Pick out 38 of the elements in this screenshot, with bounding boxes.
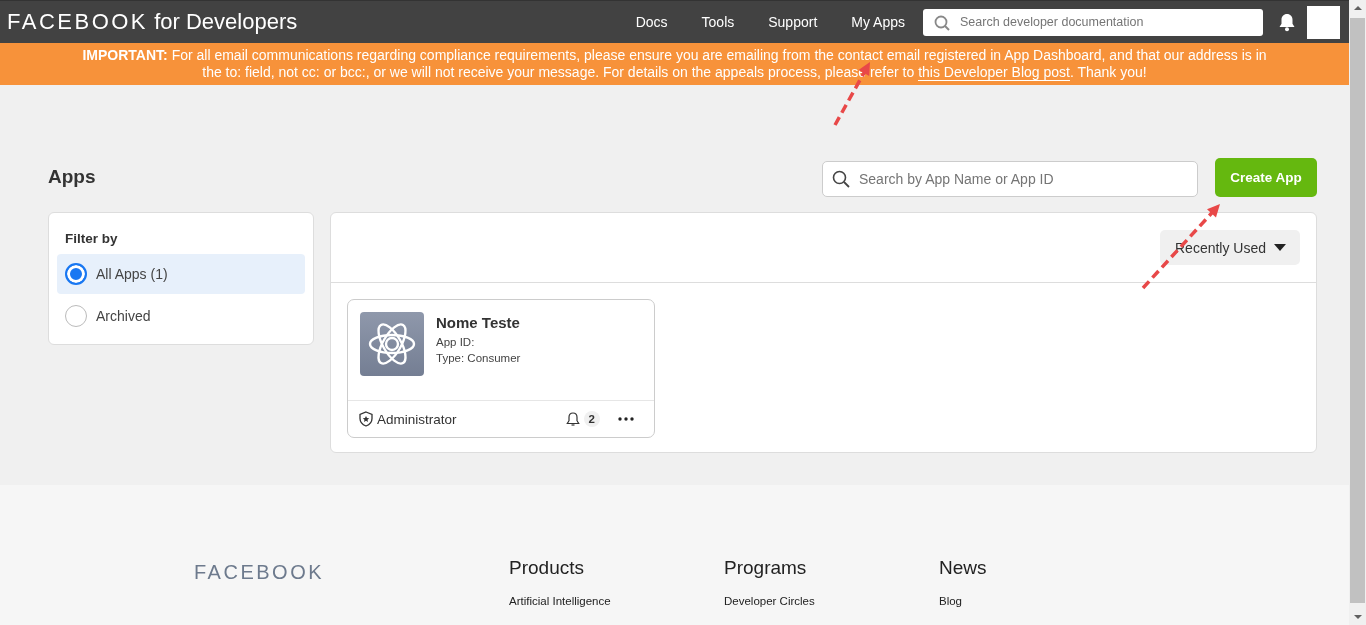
nav-link[interactable]: My Apps (851, 14, 905, 30)
sort-dropdown[interactable]: Recently Used (1160, 230, 1300, 265)
footer-heading: Products (509, 557, 585, 579)
more-icon (618, 417, 634, 421)
page-title: Apps (48, 166, 96, 188)
footer-heading: Programs (724, 557, 808, 579)
app-type: Type: Consumer (436, 351, 521, 366)
scroll-up-icon[interactable] (1353, 6, 1362, 10)
app-card[interactable]: Nome Teste App ID: Type: Consumer Administrator 2 (347, 299, 655, 438)
role-label: Administrator (377, 411, 458, 427)
scroll-down-icon[interactable] (1353, 615, 1362, 619)
radio-button[interactable] (65, 263, 87, 285)
filter-option[interactable]: Archived (57, 296, 305, 336)
scrollbar[interactable] (1349, 0, 1366, 625)
footer-heading: News (939, 557, 988, 579)
footer-link[interactable]: Artificial Intelligence (509, 595, 724, 607)
nav-link[interactable]: Support (768, 14, 818, 30)
app-name: Nome Teste (436, 314, 521, 331)
bell-icon (1277, 12, 1297, 32)
app-id-label: App ID: (436, 335, 476, 350)
app-search-field[interactable]: Search by App Name or App ID (822, 160, 1198, 197)
nav-link[interactable]: Docs (635, 14, 668, 30)
footer-link[interactable]: Developer Circles (724, 595, 939, 607)
footer-logo[interactable]: FACEBOOK (194, 561, 509, 625)
avatar[interactable] (1307, 5, 1340, 39)
site-logo[interactable]: FACEBOOK for Developers (7, 9, 298, 35)
shield-star-icon (358, 411, 374, 427)
caret-icon (1274, 244, 1286, 251)
radio-button[interactable] (65, 305, 87, 327)
footer-link[interactable]: Blog (939, 595, 1154, 607)
nav-link[interactable]: Tools (701, 14, 735, 30)
bell-icon (564, 411, 581, 427)
filter-heading: Filter by (65, 231, 119, 246)
atom-icon (360, 312, 424, 376)
notification-count: 2 (583, 411, 600, 427)
filter-option[interactable]: All Apps (1) (57, 254, 305, 294)
search-field[interactable]: Search developer documentation (923, 8, 1263, 36)
scrollbar-thumb[interactable] (1350, 18, 1365, 603)
